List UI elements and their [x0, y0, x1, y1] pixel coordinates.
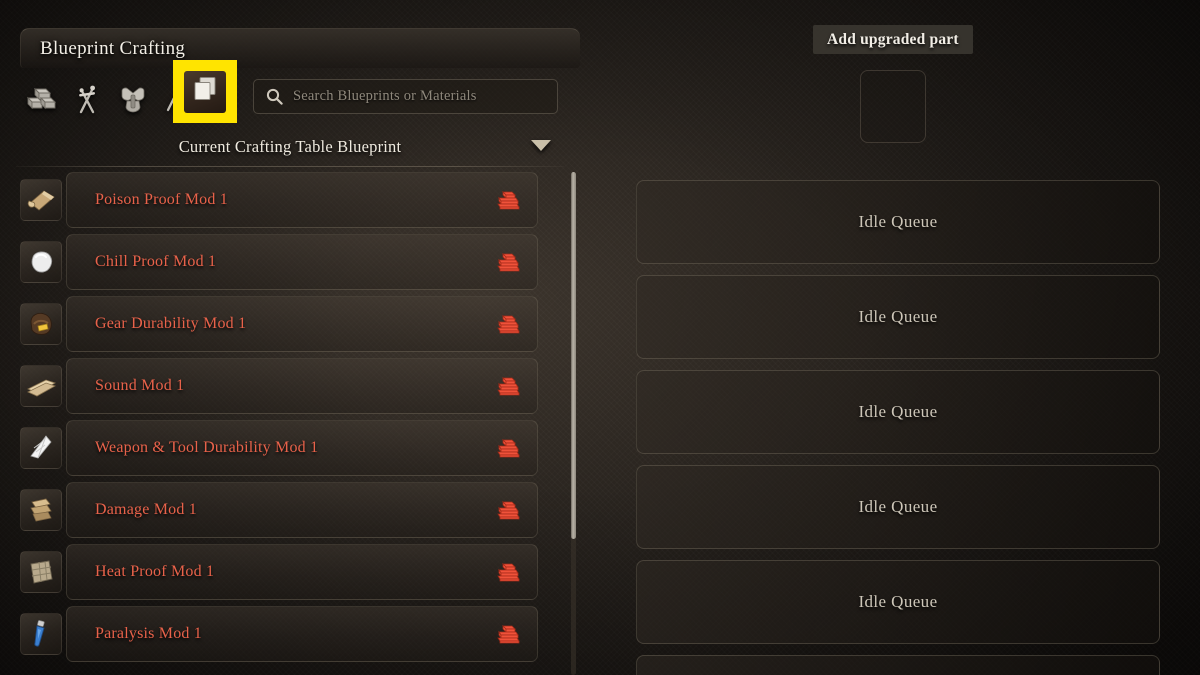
white-feather-icon — [20, 427, 62, 469]
search-icon — [266, 88, 283, 105]
blueprint-row-bar[interactable]: Chill Proof Mod 1 — [66, 234, 538, 290]
armor-chest-icon — [118, 85, 148, 113]
blueprint-source-dropdown[interactable]: Current Crafting Table Blueprint — [20, 133, 560, 161]
window-title-bar: Blueprint Crafting — [20, 28, 580, 68]
search-placeholder: Search Blueprints or Materials — [293, 88, 477, 104]
material-stack-icon — [495, 622, 521, 646]
blueprint-list-item[interactable]: Damage Mod 1 — [0, 482, 570, 538]
search-input[interactable]: Search Blueprints or Materials — [253, 79, 558, 114]
crafting-queue-slot[interactable]: Idle Queue — [636, 560, 1160, 644]
material-stack-icon — [495, 436, 521, 460]
blueprint-name: Damage Mod 1 — [95, 501, 197, 518]
category-tab-blueprints[interactable] — [184, 70, 226, 113]
blueprint-pages-icon — [190, 74, 220, 109]
category-tab-weapons[interactable] — [68, 78, 106, 120]
category-tab-blueprints-highlight[interactable] — [173, 60, 237, 123]
blueprint-list-item[interactable]: Poison Proof Mod 1 — [0, 172, 570, 228]
blueprint-crafting-screen: Blueprint Crafting Search Blueprints or … — [0, 0, 1200, 675]
blueprint-row-bar[interactable]: Gear Durability Mod 1 — [66, 296, 538, 352]
material-stack-icon — [495, 374, 521, 398]
crafting-queue-list: Idle Queue Idle Queue Idle Queue Idle Queue… — [636, 180, 1160, 675]
blueprint-list-item[interactable]: Paralysis Mod 1 — [0, 606, 570, 662]
category-tab-armor[interactable] — [114, 78, 152, 120]
material-stack-icon — [495, 188, 521, 212]
crafting-queue-slot[interactable]: Idle Queue — [636, 275, 1160, 359]
blueprint-name: Weapon & Tool Durability Mod 1 — [95, 439, 319, 456]
material-stack-icon — [495, 250, 521, 274]
queue-status-label: Idle Queue — [858, 307, 938, 326]
blueprint-name: Gear Durability Mod 1 — [95, 315, 247, 332]
page-title: Blueprint Crafting — [40, 37, 186, 59]
add-upgraded-part-label: Add upgraded part — [827, 30, 959, 48]
blueprint-row-bar[interactable]: Damage Mod 1 — [66, 482, 538, 538]
wood-planks-icon — [20, 489, 62, 531]
blueprint-name: Paralysis Mod 1 — [95, 625, 202, 642]
crafting-queue-slot[interactable]: Idle Queue — [636, 655, 1160, 675]
blueprint-list-item[interactable]: Weapon & Tool Durability Mod 1 — [0, 420, 570, 476]
queue-status-label: Idle Queue — [858, 402, 938, 421]
blueprint-row-bar[interactable]: Paralysis Mod 1 — [66, 606, 538, 662]
blueprint-row-bar[interactable]: Sound Mod 1 — [66, 358, 538, 414]
blueprint-row-bar[interactable]: Poison Proof Mod 1 — [66, 172, 538, 228]
paper-sheets-icon — [20, 365, 62, 407]
crafting-queue-slot[interactable]: Idle Queue — [636, 370, 1160, 454]
list-divider — [16, 166, 564, 167]
blueprint-name: Sound Mod 1 — [95, 377, 185, 394]
blueprint-row-bar[interactable]: Weapon & Tool Durability Mod 1 — [66, 420, 538, 476]
gold-nugget-pouch-icon — [20, 303, 62, 345]
stone-brick-icon — [20, 551, 62, 593]
blue-vial-icon — [20, 613, 62, 655]
blueprint-row-bar[interactable]: Heat Proof Mod 1 — [66, 544, 538, 600]
material-stack-icon — [495, 498, 521, 522]
blueprint-list-scrollbar[interactable] — [571, 172, 576, 675]
blueprint-list-item[interactable]: Gear Durability Mod 1 — [0, 296, 570, 352]
crafting-queue-slot[interactable]: Idle Queue — [636, 465, 1160, 549]
blueprint-name: Poison Proof Mod 1 — [95, 191, 228, 208]
scrollbar-thumb[interactable] — [571, 172, 576, 540]
scroll-parchment-icon — [20, 179, 62, 221]
chevron-down-icon[interactable] — [531, 140, 551, 151]
queue-status-label: Idle Queue — [858, 497, 938, 516]
material-stack-icon — [495, 560, 521, 584]
blueprint-list-item[interactable]: Sound Mod 1 — [0, 358, 570, 414]
blueprint-list-item[interactable]: Heat Proof Mod 1 — [0, 544, 570, 600]
crossed-sword-icon — [73, 84, 101, 114]
queue-status-label: Idle Queue — [858, 592, 938, 611]
upgraded-part-slot[interactable] — [860, 70, 926, 143]
blocks-stack-icon — [26, 86, 56, 112]
material-stack-icon — [495, 312, 521, 336]
category-tab-materials[interactable] — [22, 78, 60, 120]
blueprint-list[interactable]: Poison Proof Mod 1 Chill Proof Mod 1 Gear … — [0, 172, 570, 675]
white-stone-icon — [20, 241, 62, 283]
blueprint-name: Chill Proof Mod 1 — [95, 253, 217, 270]
add-upgraded-part-tooltip: Add upgraded part — [813, 25, 973, 54]
blueprint-name: Heat Proof Mod 1 — [95, 563, 215, 580]
crafting-queue-slot[interactable]: Idle Queue — [636, 180, 1160, 264]
blueprint-source-dropdown-label: Current Crafting Table Blueprint — [178, 137, 402, 156]
blueprint-list-item[interactable]: Chill Proof Mod 1 — [0, 234, 570, 290]
queue-status-label: Idle Queue — [858, 212, 938, 231]
